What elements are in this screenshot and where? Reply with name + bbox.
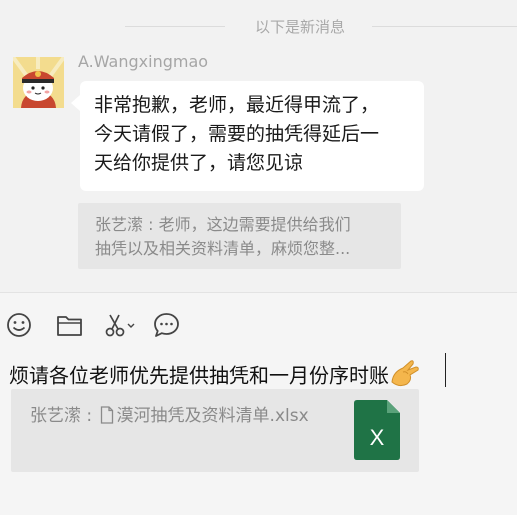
excel-icon-letter: X — [370, 425, 385, 450]
message-line: 今天请假了，需要的抽凭得延后一 — [94, 123, 380, 145]
message-text: 非常抱歉，老师，最近得甲流了， 今天请假了，需要的抽凭得延后一 天给你提供了，请… — [94, 91, 412, 178]
emoji-icon — [7, 313, 31, 337]
emoji-button[interactable] — [5, 310, 35, 340]
divider-line-right — [372, 26, 517, 27]
message-bubble[interactable]: 非常抱歉，老师，最近得甲流了， 今天请假了，需要的抽凭得延后一 天给你提供了，请… — [71, 81, 424, 191]
send-file-button[interactable] — [55, 310, 85, 340]
excel-file-icon: X — [354, 400, 400, 460]
quoted-line: 张艺潆 : 老师，这边需要提供给我们 — [95, 215, 351, 234]
message-line: 天给你提供了，请您见谅 — [94, 152, 304, 174]
message-line: 非常抱歉，老师，最近得甲流了， — [94, 94, 380, 116]
sender-name: A.Wangxingmao — [78, 52, 209, 71]
folder-icon — [57, 316, 82, 336]
quoted-line: 抽凭以及相关资料清单，麻烦您整... — [95, 239, 351, 258]
screenshot-button[interactable] — [103, 310, 137, 340]
chat-bubble-icon — [154, 313, 179, 337]
quoted-text: 张艺潆 : 老师，这边需要提供给我们 抽凭以及相关资料清单，麻烦您整... — [95, 213, 390, 261]
chat-history: 以下是新消息 A.Wangxingmao 非常抱歉，老师，最近得甲流了， 今天请… — [0, 0, 517, 292]
message-input-area[interactable]: 烦请各位老师优先提供抽凭和一月份序时账 张艺潆 : 漠河抽凭及资料清单.xlsx… — [0, 292, 517, 515]
chat-history-button[interactable] — [152, 310, 182, 340]
scissors-icon — [105, 314, 135, 337]
new-messages-label: 以下是新消息 — [254, 18, 345, 36]
quoted-file-name: 漠河抽凭及资料清单.xlsx — [116, 406, 309, 426]
new-messages-divider: 以下是新消息 — [0, 14, 517, 38]
avatar[interactable] — [13, 57, 64, 108]
pinched-hand-icon — [391, 360, 419, 387]
text-cursor — [445, 353, 446, 387]
cartoon-avatar-icon — [13, 57, 64, 108]
document-icon — [100, 406, 114, 429]
compose-text-content: 烦请各位老师优先提供抽凭和一月份序时账 — [9, 363, 389, 388]
quoted-file-label: 张艺潆 : 漠河抽凭及资料清单.xlsx — [30, 401, 309, 429]
quoted-file-card[interactable]: 张艺潆 : 漠河抽凭及资料清单.xlsx X — [11, 389, 419, 472]
quoted-message[interactable]: 张艺潆 : 老师，这边需要提供给我们 抽凭以及相关资料清单，麻烦您整... — [78, 203, 401, 269]
quoted-file-sender: 张艺潆 : — [30, 406, 98, 426]
divider-line-left — [125, 26, 225, 27]
